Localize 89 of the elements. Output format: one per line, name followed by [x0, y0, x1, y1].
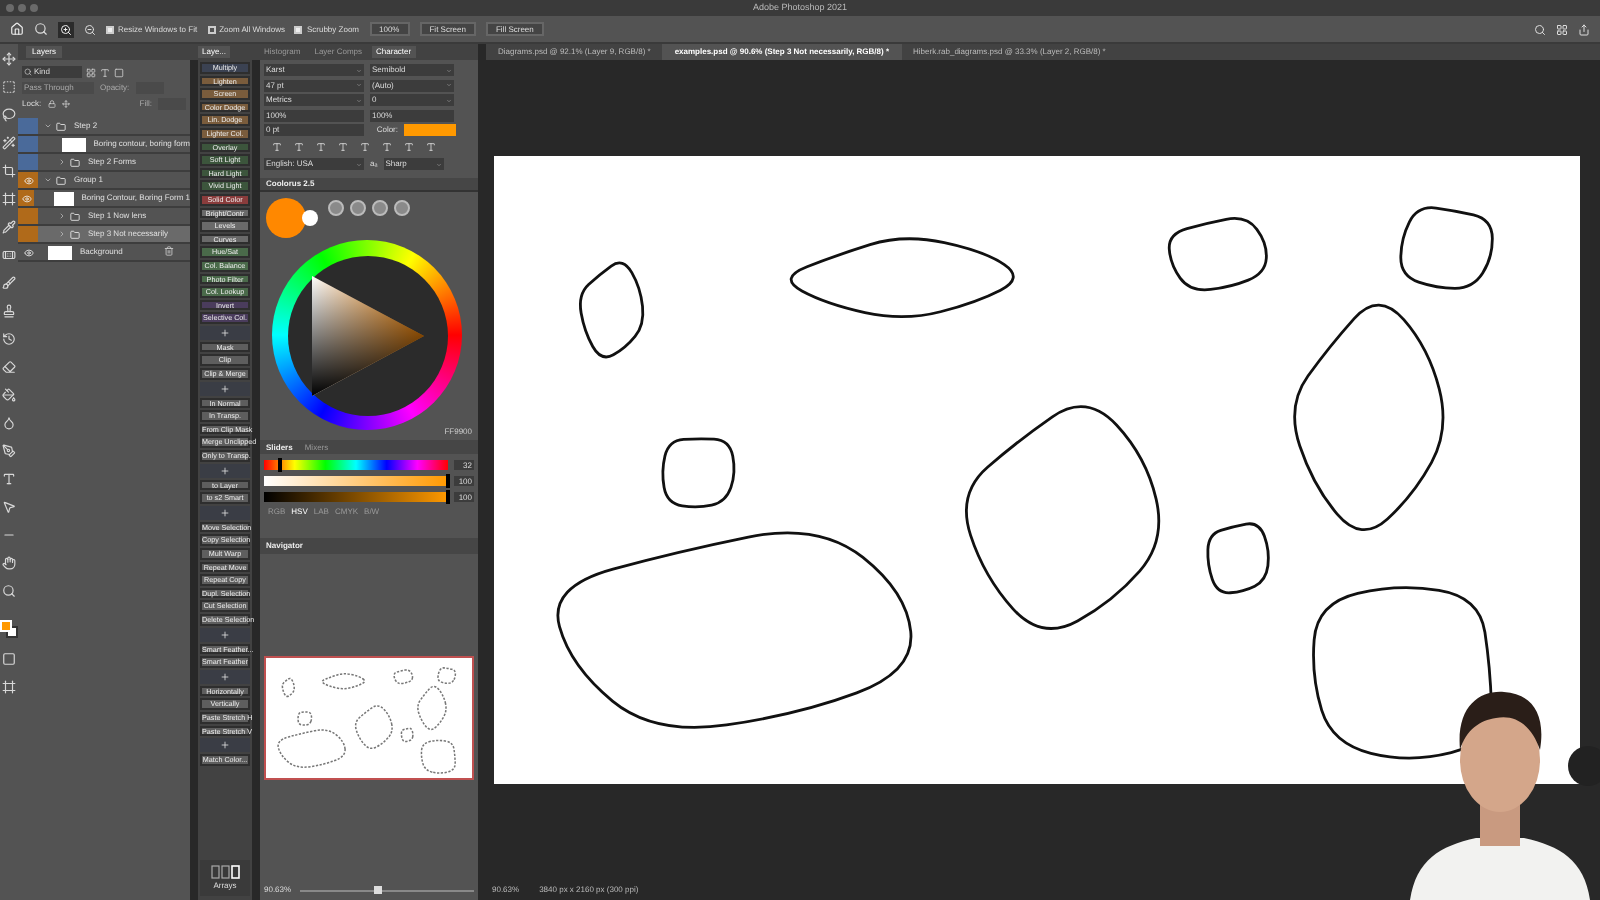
folder-icon — [70, 157, 80, 167]
brush-icon[interactable] — [2, 276, 16, 290]
zoom-in-icon[interactable] — [60, 23, 72, 35]
visibility-toggle[interactable] — [18, 190, 35, 206]
folder-icon — [56, 175, 66, 185]
type-filter-icon[interactable] — [100, 67, 110, 77]
navigator-preview[interactable] — [264, 655, 474, 779]
pointer-icon[interactable] — [2, 500, 16, 514]
share-icon[interactable] — [1578, 23, 1590, 35]
eraser-icon[interactable] — [2, 360, 16, 374]
visibility-toggle[interactable] — [18, 208, 38, 224]
action-group-icon — [220, 740, 230, 751]
folder-icon — [70, 229, 80, 239]
visibility-toggle[interactable] — [18, 154, 38, 170]
slider-thumb[interactable] — [278, 457, 283, 471]
search-icon[interactable] — [1534, 23, 1546, 35]
zoom-icon[interactable] — [2, 584, 16, 598]
current-color-swatch[interactable] — [266, 198, 306, 238]
action-group-icon — [220, 327, 230, 338]
folder-icon — [56, 121, 66, 131]
type-style-icon[interactable] — [404, 142, 414, 152]
text-color-swatch[interactable] — [404, 124, 456, 136]
type-style-icon[interactable] — [360, 142, 370, 152]
checkbox[interactable] — [106, 25, 114, 33]
stamp-icon[interactable] — [2, 304, 16, 318]
foreground-swatch[interactable] — [0, 620, 12, 632]
checkbox[interactable] — [207, 25, 216, 33]
lock-icon[interactable] — [47, 100, 56, 108]
type-icon[interactable] — [2, 472, 16, 486]
action-group-icon — [220, 465, 230, 476]
eye-icon — [23, 247, 33, 257]
bucket-icon[interactable] — [2, 388, 16, 402]
home-icon[interactable] — [10, 22, 24, 36]
search-icon — [24, 68, 32, 76]
lock-position-icon[interactable] — [61, 100, 70, 108]
pen-icon[interactable] — [2, 444, 16, 458]
zoom-tool-icon[interactable] — [34, 22, 48, 36]
visibility-toggle[interactable] — [18, 226, 38, 242]
bandage-icon[interactable] — [2, 248, 16, 262]
visibility-toggle[interactable] — [18, 118, 38, 134]
outline-shape — [1399, 206, 1494, 290]
trash-icon[interactable] — [164, 246, 174, 256]
type-style-icon[interactable] — [316, 142, 326, 152]
visibility-toggle[interactable] — [18, 244, 38, 260]
previous-color-swatch[interactable] — [302, 210, 318, 226]
type-style-icon[interactable] — [426, 142, 436, 152]
filter-icon[interactable] — [86, 67, 96, 77]
action-group-icon — [220, 629, 230, 640]
eyedropper-icon[interactable] — [2, 220, 16, 234]
color-triangle[interactable] — [307, 273, 427, 397]
checkbox[interactable] — [294, 25, 303, 33]
type-style-icon[interactable] — [272, 142, 282, 152]
zoom-slider-thumb[interactable] — [373, 885, 382, 893]
eye-icon — [21, 193, 32, 203]
zoom-out-icon[interactable] — [84, 23, 96, 35]
color-slider[interactable] — [264, 459, 448, 469]
shape-filter-icon[interactable] — [114, 67, 124, 77]
visibility-toggle[interactable] — [18, 136, 38, 152]
wand-icon[interactable] — [2, 136, 16, 150]
visibility-toggle[interactable] — [18, 172, 38, 188]
workspace-icon[interactable] — [1556, 23, 1568, 35]
color-slider[interactable] — [264, 475, 448, 485]
action-group-icon — [220, 383, 230, 394]
outline-shape — [578, 261, 645, 359]
move-icon[interactable] — [2, 52, 16, 66]
layer-thumbnail — [54, 191, 74, 205]
outline-shape — [1167, 217, 1268, 292]
arrays-icon[interactable] — [209, 864, 241, 880]
outline-shape — [661, 437, 736, 509]
canvas[interactable] — [494, 156, 1580, 784]
outline-shape — [1206, 522, 1270, 595]
action-group-icon — [220, 507, 230, 518]
line-icon[interactable] — [2, 528, 16, 542]
layer-thumbnail — [48, 245, 72, 259]
eye-icon — [23, 175, 33, 185]
layer-thumbnail — [61, 137, 86, 151]
crop-icon[interactable] — [2, 164, 16, 178]
mask-mode-icon[interactable] — [2, 652, 16, 666]
type-style-icon[interactable] — [382, 142, 392, 152]
hand-icon[interactable] — [2, 556, 16, 570]
droplet-icon[interactable] — [2, 416, 16, 430]
folder-icon — [70, 211, 80, 221]
history-icon[interactable] — [2, 332, 16, 346]
lasso-icon[interactable] — [2, 108, 16, 122]
type-style-icon[interactable] — [338, 142, 348, 152]
color-slider[interactable] — [264, 491, 448, 501]
frame-icon[interactable] — [2, 192, 16, 206]
type-style-icon[interactable] — [294, 142, 304, 152]
action-group-icon — [220, 671, 230, 682]
